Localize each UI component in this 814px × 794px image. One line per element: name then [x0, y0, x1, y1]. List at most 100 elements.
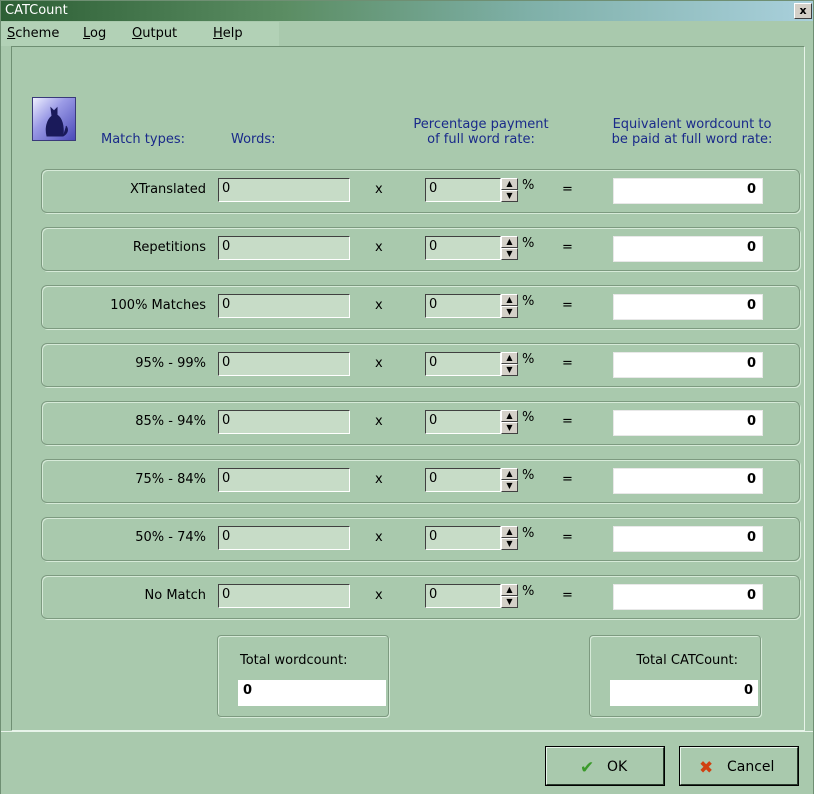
close-button[interactable]: x — [794, 3, 812, 19]
header-percentage-line1: Percentage payment — [413, 117, 549, 132]
percentage-spinner[interactable]: ▲ ▼ — [501, 468, 518, 492]
words-input[interactable]: 0 — [218, 410, 350, 434]
ok-button-label: OK — [607, 759, 628, 775]
title-bar[interactable]: CATCount x — [1, 1, 813, 21]
words-input[interactable]: 0 — [218, 236, 350, 260]
total-wordcount-box: Total wordcount: 0 — [217, 635, 389, 717]
percentage-input[interactable]: 0 — [425, 410, 501, 434]
equivalent-wordcount-value: 0 — [613, 236, 763, 262]
header-match-types: Match types: — [101, 132, 185, 147]
words-input[interactable]: 0 — [218, 468, 350, 492]
spin-up-arrow-icon[interactable]: ▲ — [501, 584, 518, 596]
percent-sign: % — [522, 468, 535, 483]
equivalent-wordcount-value: 0 — [613, 352, 763, 378]
percentage-spinner[interactable]: ▲ ▼ — [501, 584, 518, 608]
match-row: XTranslated 0 x 0 ▲ ▼% = 0 — [41, 169, 800, 213]
words-input[interactable]: 0 — [218, 526, 350, 550]
percent-sign: % — [522, 236, 535, 251]
multiply-sign: x — [375, 472, 383, 487]
multiply-sign: x — [375, 588, 383, 603]
percentage-spinner[interactable]: ▲ ▼ — [501, 178, 518, 202]
percent-sign: % — [522, 526, 535, 541]
spin-up-arrow-icon[interactable]: ▲ — [501, 352, 518, 364]
catcount-window: CATCount x Scheme Log Output Help Match … — [0, 0, 814, 794]
percentage-spinner[interactable]: ▲ ▼ — [501, 526, 518, 550]
percentage-spinner[interactable]: ▲ ▼ — [501, 294, 518, 318]
match-type-label: No Match — [144, 588, 206, 603]
percentage-spinner[interactable]: ▲ ▼ — [501, 236, 518, 260]
percentage-input[interactable]: 0 — [425, 526, 501, 550]
percentage-input[interactable]: 0 — [425, 584, 501, 608]
spin-down-arrow-icon[interactable]: ▼ — [501, 596, 518, 608]
equals-sign: = — [562, 414, 573, 429]
equivalent-wordcount-value: 0 — [613, 294, 763, 320]
total-wordcount-value: 0 — [238, 680, 386, 706]
cat-logo-icon — [32, 97, 76, 141]
match-type-label: 75% - 84% — [135, 472, 206, 487]
menu-scheme[interactable]: Scheme — [7, 26, 59, 41]
spin-down-arrow-icon[interactable]: ▼ — [501, 538, 518, 550]
percentage-input[interactable]: 0 — [425, 352, 501, 376]
match-row: No Match 0 x 0 ▲ ▼% = 0 — [41, 575, 800, 619]
percentage-spinner[interactable]: ▲ ▼ — [501, 352, 518, 376]
equals-sign: = — [562, 240, 573, 255]
spin-up-arrow-icon[interactable]: ▲ — [501, 526, 518, 538]
menu-bar: Scheme Log Output Help — [1, 22, 813, 46]
spin-down-arrow-icon[interactable]: ▼ — [501, 364, 518, 376]
spin-down-arrow-icon[interactable]: ▼ — [501, 480, 518, 492]
percentage-input[interactable]: 0 — [425, 294, 501, 318]
spin-up-arrow-icon[interactable]: ▲ — [501, 410, 518, 422]
spin-down-arrow-icon[interactable]: ▼ — [501, 306, 518, 318]
percent-sign: % — [522, 294, 535, 309]
percent-sign: % — [522, 584, 535, 599]
menu-help[interactable]: Help — [213, 26, 243, 41]
equals-sign: = — [562, 588, 573, 603]
match-row: 100% Matches 0 x 0 ▲ ▼% = 0 — [41, 285, 800, 329]
multiply-sign: x — [375, 356, 383, 371]
words-input[interactable]: 0 — [218, 294, 350, 318]
percent-sign: % — [522, 352, 535, 367]
match-row: 50% - 74% 0 x 0 ▲ ▼% = 0 — [41, 517, 800, 561]
header-words: Words: — [231, 132, 276, 147]
multiply-sign: x — [375, 182, 383, 197]
multiply-sign: x — [375, 530, 383, 545]
percentage-spinner[interactable]: ▲ ▼ — [501, 410, 518, 434]
equals-sign: = — [562, 298, 573, 313]
match-type-label: Repetitions — [132, 240, 206, 255]
match-type-label: XTranslated — [130, 182, 206, 197]
spin-up-arrow-icon[interactable]: ▲ — [501, 236, 518, 248]
match-row: 95% - 99% 0 x 0 ▲ ▼% = 0 — [41, 343, 800, 387]
spin-down-arrow-icon[interactable]: ▼ — [501, 190, 518, 202]
percentage-input[interactable]: 0 — [425, 468, 501, 492]
equals-sign: = — [562, 356, 573, 371]
client-area-frame — [11, 46, 805, 731]
equals-sign: = — [562, 182, 573, 197]
menu-log[interactable]: Log — [83, 26, 106, 41]
match-type-label: 50% - 74% — [135, 530, 206, 545]
percentage-input[interactable]: 0 — [425, 178, 501, 202]
ok-button[interactable]: ✔ OK — [545, 746, 665, 786]
total-wordcount-label: Total wordcount: — [240, 653, 348, 668]
total-catcount-label: Total CATCount: — [636, 653, 738, 668]
spin-up-arrow-icon[interactable]: ▲ — [501, 468, 518, 480]
words-input[interactable]: 0 — [218, 352, 350, 376]
equals-sign: = — [562, 472, 573, 487]
header-equivalent-line1: Equivalent wordcount to — [612, 117, 772, 132]
match-row: 75% - 84% 0 x 0 ▲ ▼% = 0 — [41, 459, 800, 503]
percentage-input[interactable]: 0 — [425, 236, 501, 260]
menu-output[interactable]: Output — [132, 26, 177, 41]
checkmark-icon: ✔ — [580, 758, 595, 778]
cancel-button[interactable]: ✖ Cancel — [679, 746, 799, 786]
words-input[interactable]: 0 — [218, 584, 350, 608]
spin-up-arrow-icon[interactable]: ▲ — [501, 178, 518, 190]
equals-sign: = — [562, 530, 573, 545]
match-type-label: 100% Matches — [110, 298, 206, 313]
spin-up-arrow-icon[interactable]: ▲ — [501, 294, 518, 306]
spin-down-arrow-icon[interactable]: ▼ — [501, 248, 518, 260]
spin-down-arrow-icon[interactable]: ▼ — [501, 422, 518, 434]
multiply-sign: x — [375, 298, 383, 313]
cross-icon: ✖ — [699, 758, 714, 778]
percent-sign: % — [522, 178, 535, 193]
words-input[interactable]: 0 — [218, 178, 350, 202]
multiply-sign: x — [375, 414, 383, 429]
